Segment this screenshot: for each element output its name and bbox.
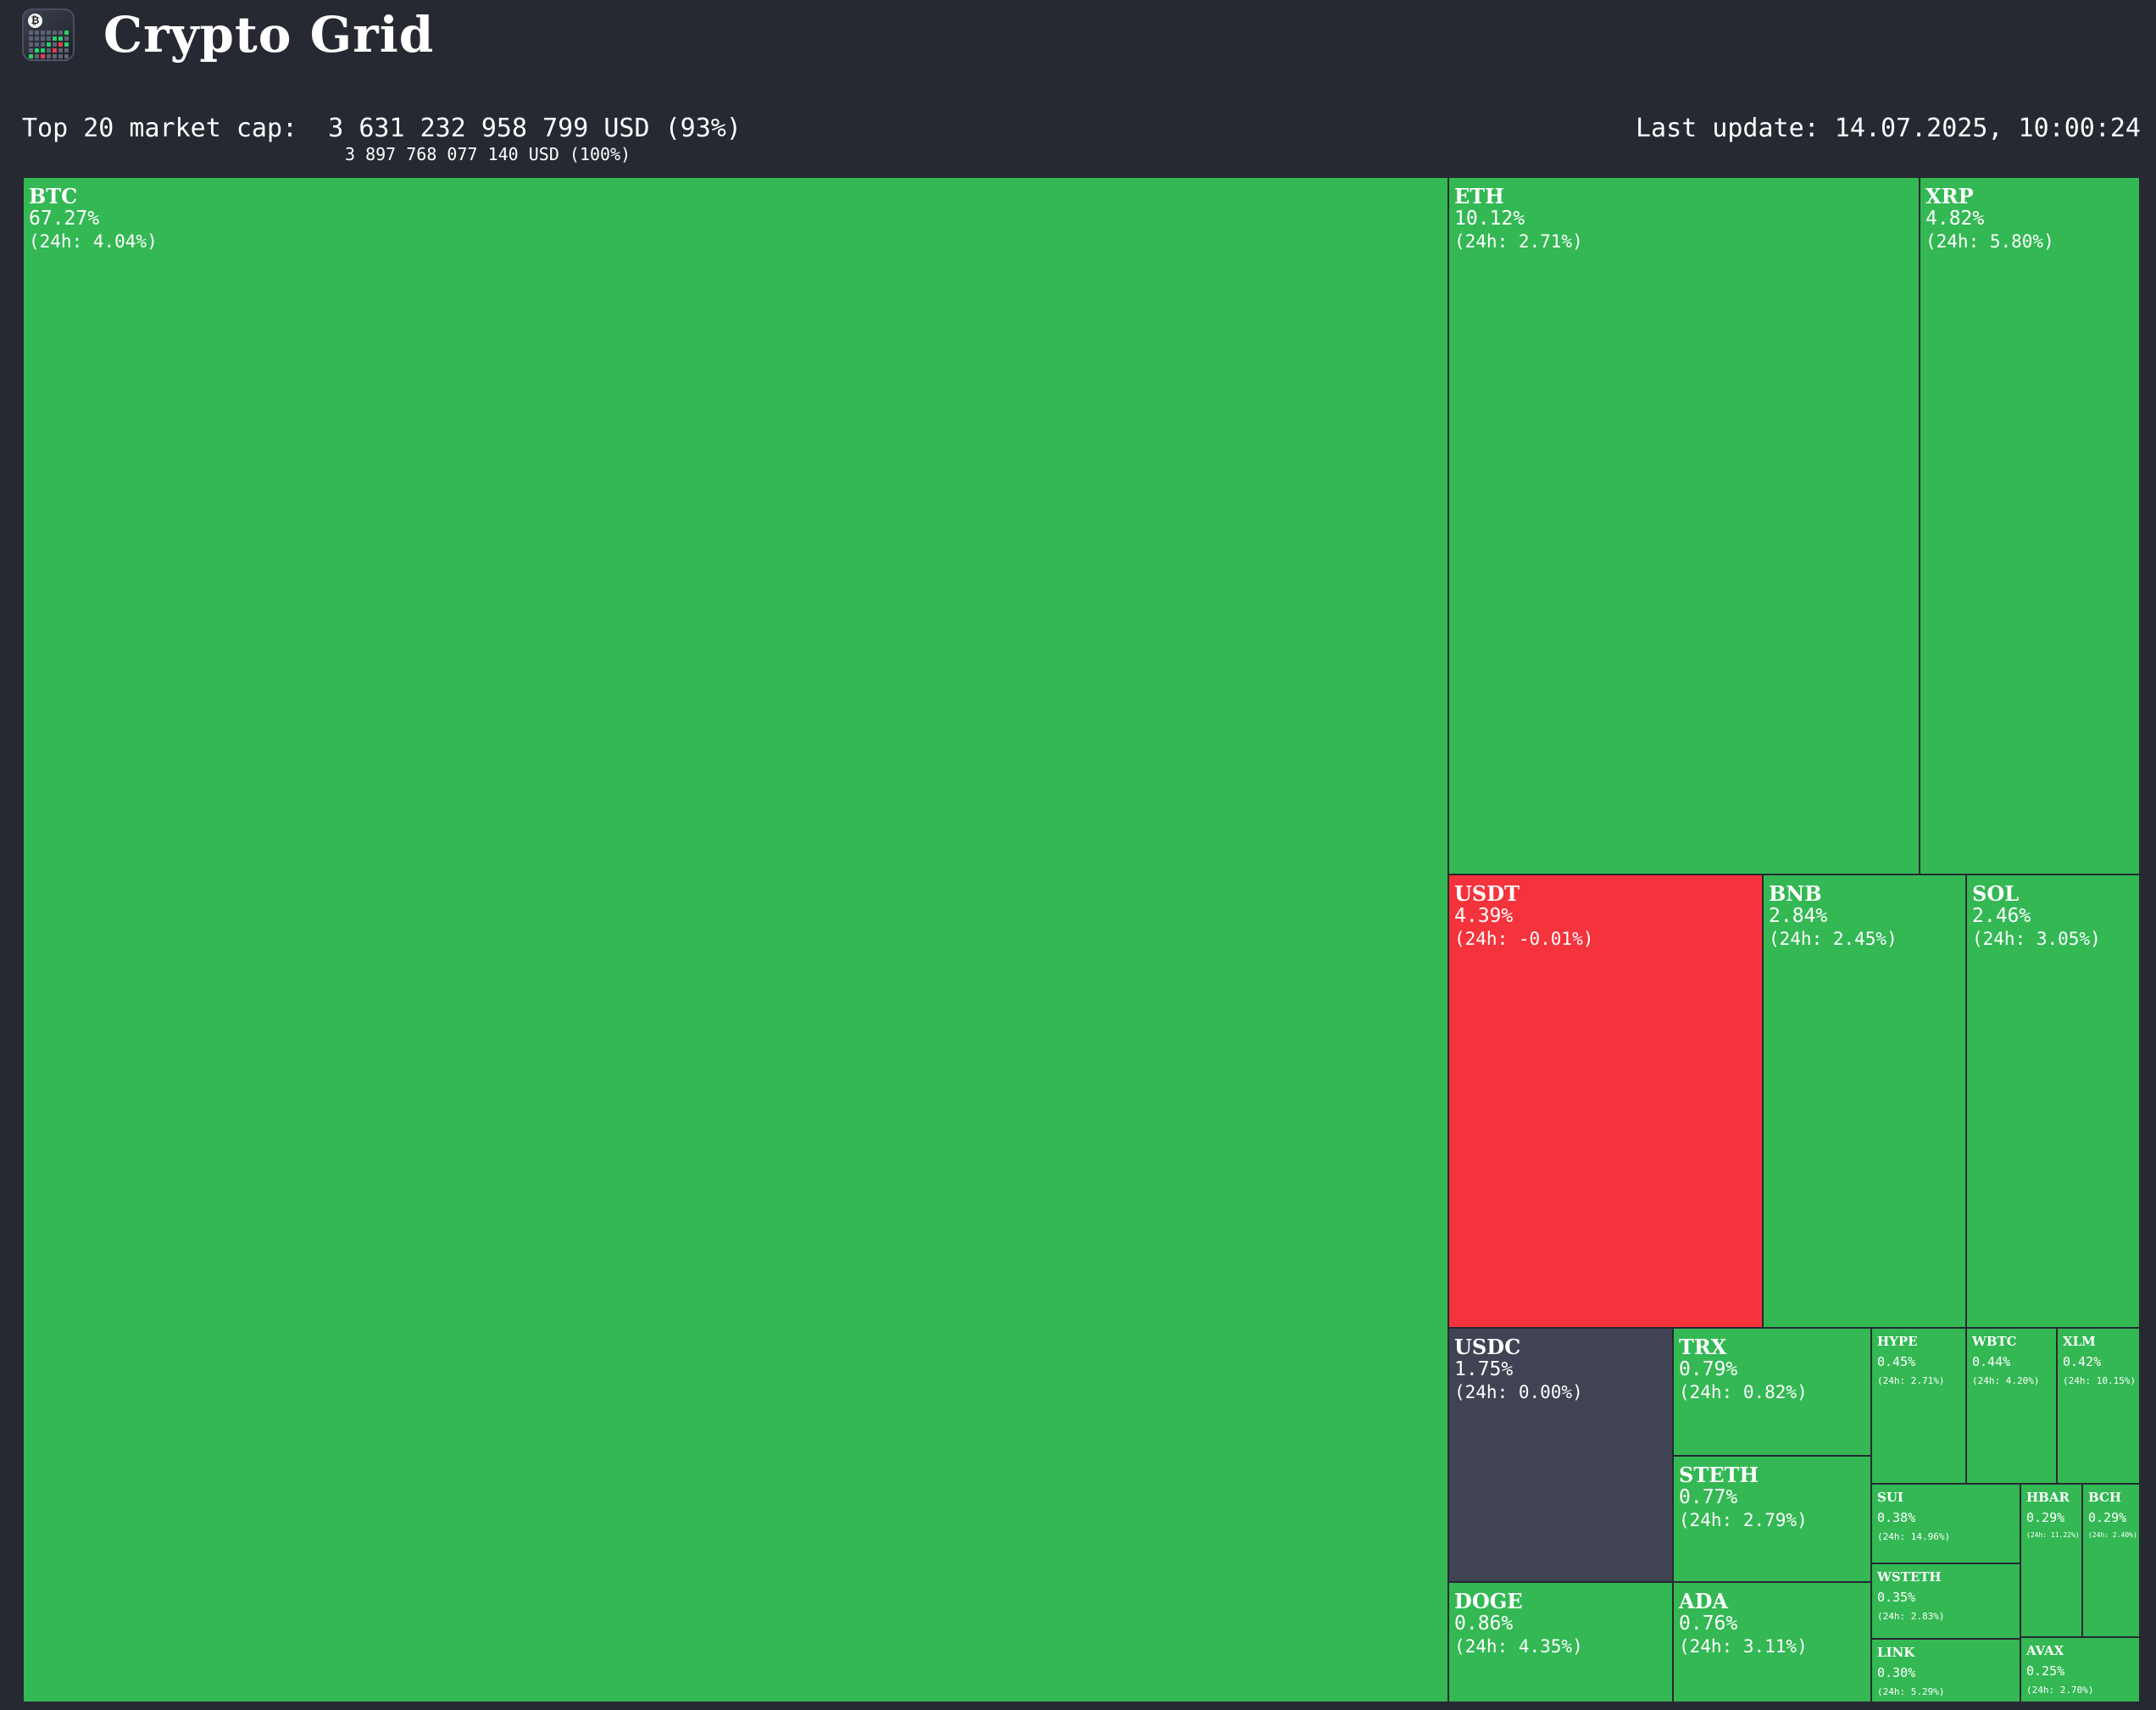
tile-wbtc[interactable]: WBTC 0.44% (24h: 4.20%)	[1965, 1327, 2058, 1485]
tile-sol[interactable]: SOL 2.46% (24h: 3.05%)	[1965, 874, 2141, 1329]
tile-change: (24h: 0.82%)	[1679, 1381, 1808, 1402]
tile-symbol: USDT	[1454, 881, 1520, 906]
tile-share: 0.76%	[1679, 1613, 1738, 1635]
tile-symbol: HBAR	[2026, 1490, 2070, 1505]
tile-symbol: WSTETH	[1877, 1569, 1942, 1585]
tile-symbol: XRP	[1925, 184, 1974, 208]
tile-share: 0.42%	[2063, 1353, 2102, 1369]
tile-symbol: AVAX	[2026, 1643, 2064, 1658]
tile-change: (24h: 2.45%)	[1769, 928, 1898, 949]
tile-share: 67.27%	[29, 208, 100, 230]
market-cap-treemap: BTC 67.27% (24h: 4.04%) ETH 10.12% (24h:…	[22, 176, 2141, 1703]
tile-share: 2.84%	[1769, 905, 1828, 928]
tile-change: (24h: 0.00%)	[1454, 1381, 1583, 1402]
bitcoin-grid-logo-icon: ₿	[22, 8, 75, 61]
tile-link[interactable]: LINK 0.30% (24h: 5.29%)	[1870, 1638, 2021, 1703]
tile-steth[interactable]: STETH 0.77% (24h: 2.79%)	[1672, 1455, 1872, 1583]
tile-change: (24h: 2.83%)	[1877, 1611, 1945, 1622]
tile-symbol: ETH	[1454, 184, 1504, 208]
tile-change: (24h: 4.20%)	[1972, 1375, 2040, 1386]
tile-hype[interactable]: HYPE 0.45% (24h: 2.71%)	[1870, 1327, 1967, 1485]
tile-share: 0.29%	[2026, 1509, 2065, 1525]
tile-symbol: WBTC	[1972, 1334, 2017, 1349]
last-update: Last update: 14.07.2025, 10:00:24	[1636, 114, 2141, 143]
tile-symbol: USDC	[1454, 1335, 1521, 1359]
tile-change: (24h: 3.11%)	[1679, 1635, 1808, 1657]
last-update-label: Last update:	[1635, 114, 1820, 143]
tile-symbol: SOL	[1972, 881, 2020, 906]
tile-share: 0.77%	[1679, 1486, 1738, 1509]
tile-share: 2.46%	[1972, 905, 2031, 928]
tile-share: 4.82%	[1925, 208, 1985, 230]
tile-share: 0.29%	[2088, 1509, 2127, 1525]
tile-ada[interactable]: ADA 0.76% (24h: 3.11%)	[1672, 1581, 1872, 1703]
tile-symbol: TRX	[1679, 1335, 1727, 1359]
tile-share: 4.39%	[1454, 905, 1514, 928]
tile-usdc[interactable]: USDC 1.75% (24h: 0.00%)	[1448, 1327, 1674, 1583]
tile-change: (24h: 2.71%)	[1877, 1375, 1945, 1386]
total-market-cap-value: 3 897 768 077 140 USD (100%)	[345, 144, 631, 164]
tile-change: (24h: 4.35%)	[1454, 1635, 1583, 1657]
tile-symbol: SUI	[1877, 1490, 1903, 1505]
tile-share: 10.12%	[1454, 208, 1525, 230]
tile-eth[interactable]: ETH 10.12% (24h: 2.71%)	[1448, 176, 1920, 875]
tile-xrp[interactable]: XRP 4.82% (24h: 5.80%)	[1919, 176, 2141, 875]
tile-change: (24h: 4.04%)	[29, 230, 158, 252]
tile-share: 0.35%	[1877, 1589, 1916, 1605]
tile-btc[interactable]: BTC 67.27% (24h: 4.04%)	[22, 176, 1449, 1703]
tile-share: 0.25%	[2026, 1663, 2065, 1679]
tile-change: (24h: 5.29%)	[1877, 1686, 1945, 1697]
tile-share: 0.30%	[1877, 1664, 1916, 1680]
tile-change: (24h: 2.70%)	[2026, 1685, 2094, 1696]
tile-bch[interactable]: BCH 0.29% (24h: 2.40%)	[2081, 1483, 2141, 1638]
tile-symbol: DOGE	[1454, 1589, 1523, 1613]
market-cap-label: Top 20 market cap:	[22, 114, 298, 143]
tile-share: 1.75%	[1454, 1358, 1514, 1381]
tile-change: (24h: 11.22%)	[2026, 1531, 2080, 1539]
last-update-value: 14.07.2025, 10:00:24	[1834, 114, 2141, 143]
tile-change: (24h: 10.15%)	[2063, 1375, 2137, 1386]
tile-symbol: ADA	[1679, 1589, 1729, 1613]
market-cap-summary: Top 20 market cap: 3 631 232 958 799 USD…	[22, 114, 742, 143]
tile-symbol: BNB	[1769, 881, 1822, 906]
tile-bnb[interactable]: BNB 2.84% (24h: 2.45%)	[1762, 874, 1967, 1329]
tile-usdt[interactable]: USDT 4.39% (24h: -0.01%)	[1448, 874, 1764, 1329]
tile-symbol: HYPE	[1877, 1334, 1918, 1349]
app-header: ₿ Crypto Grid	[22, 6, 435, 64]
tile-share: 0.79%	[1679, 1358, 1738, 1381]
tile-symbol: BCH	[2088, 1490, 2122, 1505]
tile-change: (24h: -0.01%)	[1454, 928, 1594, 949]
tile-sui[interactable]: SUI 0.38% (24h: 14.96%)	[1870, 1483, 2021, 1564]
tile-symbol: XLM	[2063, 1334, 2096, 1349]
tile-change: (24h: 2.79%)	[1679, 1509, 1808, 1530]
tile-change: (24h: 2.71%)	[1454, 230, 1583, 252]
tile-symbol: LINK	[1877, 1645, 1915, 1660]
tile-change: (24h: 14.96%)	[1877, 1531, 1951, 1542]
app-title: Crypto Grid	[103, 6, 435, 64]
tile-change: (24h: 5.80%)	[1925, 230, 2054, 252]
tile-hbar[interactable]: HBAR 0.29% (24h: 11.22%)	[2020, 1483, 2083, 1638]
tile-change: (24h: 2.40%)	[2088, 1531, 2137, 1539]
tile-wsteth[interactable]: WSTETH 0.35% (24h: 2.83%)	[1870, 1563, 2021, 1640]
tile-avax[interactable]: AVAX 0.25% (24h: 2.70%)	[2020, 1636, 2141, 1703]
tile-symbol: BTC	[29, 184, 78, 208]
tile-share: 0.45%	[1877, 1353, 1916, 1369]
tile-doge[interactable]: DOGE 0.86% (24h: 4.35%)	[1448, 1581, 1674, 1703]
tile-trx[interactable]: TRX 0.79% (24h: 0.82%)	[1672, 1327, 1872, 1457]
tile-xlm[interactable]: XLM 0.42% (24h: 10.15%)	[2056, 1327, 2141, 1485]
tile-share: 0.86%	[1454, 1613, 1514, 1635]
tile-share: 0.38%	[1877, 1509, 1916, 1525]
top20-market-cap-value: 3 631 232 958 799 USD (93%)	[328, 114, 742, 143]
tile-symbol: STETH	[1679, 1463, 1759, 1487]
tile-change: (24h: 3.05%)	[1972, 928, 2101, 949]
tile-share: 0.44%	[1972, 1353, 2011, 1369]
